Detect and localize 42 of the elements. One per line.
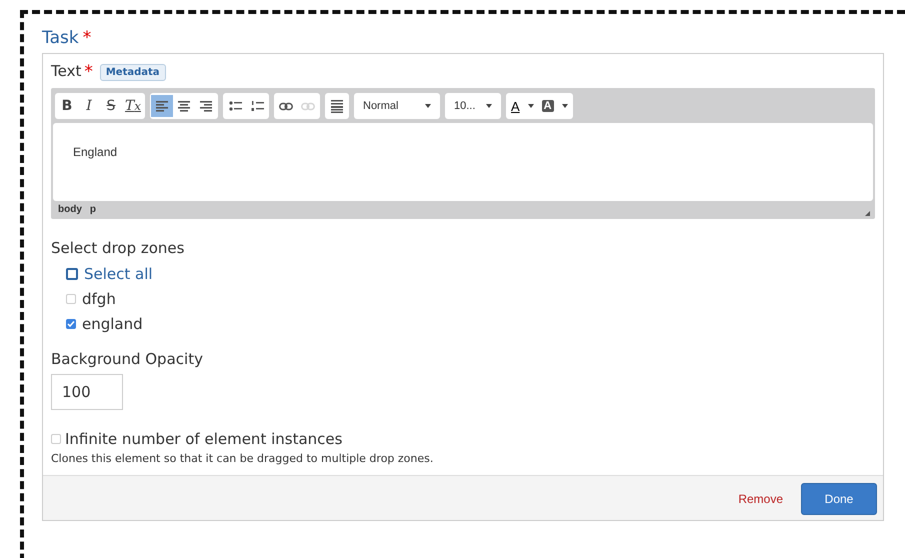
caret-icon	[486, 104, 492, 108]
caret-icon	[528, 104, 534, 108]
text-color-button[interactable]: A	[507, 95, 538, 117]
format-dropdown[interactable]: Normal	[355, 95, 439, 117]
checkbox-label: Infinite number of element instances	[65, 430, 342, 448]
editor-content[interactable]: England	[53, 123, 873, 201]
align-left-button[interactable]	[151, 95, 173, 117]
size-dropdown[interactable]: 10...	[446, 95, 500, 117]
required-mark: *	[82, 28, 92, 48]
checkbox-label: dfgh	[82, 290, 116, 308]
caret-icon	[425, 104, 431, 108]
required-mark: *	[84, 62, 93, 82]
field-label: Background Opacity	[51, 350, 204, 368]
checkbox-label: england	[82, 314, 143, 332]
opacity-field[interactable]: 100	[51, 374, 123, 410]
caret-icon	[562, 104, 568, 108]
background-color-button[interactable]: A	[538, 95, 572, 117]
remove-link[interactable]: Remove	[732, 491, 789, 507]
bullet-list-icon	[228, 100, 242, 112]
field-label: Select drop zones	[51, 239, 186, 257]
strike-button[interactable]: S	[100, 95, 122, 117]
resize-grip-icon[interactable]	[865, 211, 870, 216]
numbered-list-icon	[250, 100, 264, 112]
horizontal-rule-icon	[331, 100, 343, 112]
section-title: Task	[42, 28, 79, 48]
unlink-icon	[301, 102, 315, 110]
bold-button[interactable]: B	[56, 95, 78, 117]
align-left-icon	[156, 100, 168, 112]
align-right-icon	[200, 100, 212, 112]
checkbox[interactable]	[66, 318, 76, 328]
link-icon	[279, 102, 293, 110]
editor-text: England	[73, 145, 118, 159]
metadata-tag[interactable]: Metadata	[100, 64, 166, 81]
element-path-item[interactable]: body	[58, 204, 82, 215]
element-path-item[interactable]: p	[90, 204, 96, 215]
align-center-icon	[178, 100, 190, 112]
checkbox[interactable]	[66, 268, 78, 280]
help-text: Clones this element so that it can be dragged to multiple drop zones.	[51, 452, 434, 465]
select-all-link[interactable]: Select all	[84, 264, 153, 282]
field-label: Text	[51, 62, 82, 80]
done-button[interactable]: Done	[801, 483, 877, 515]
italic-button[interactable]: I	[78, 95, 100, 117]
